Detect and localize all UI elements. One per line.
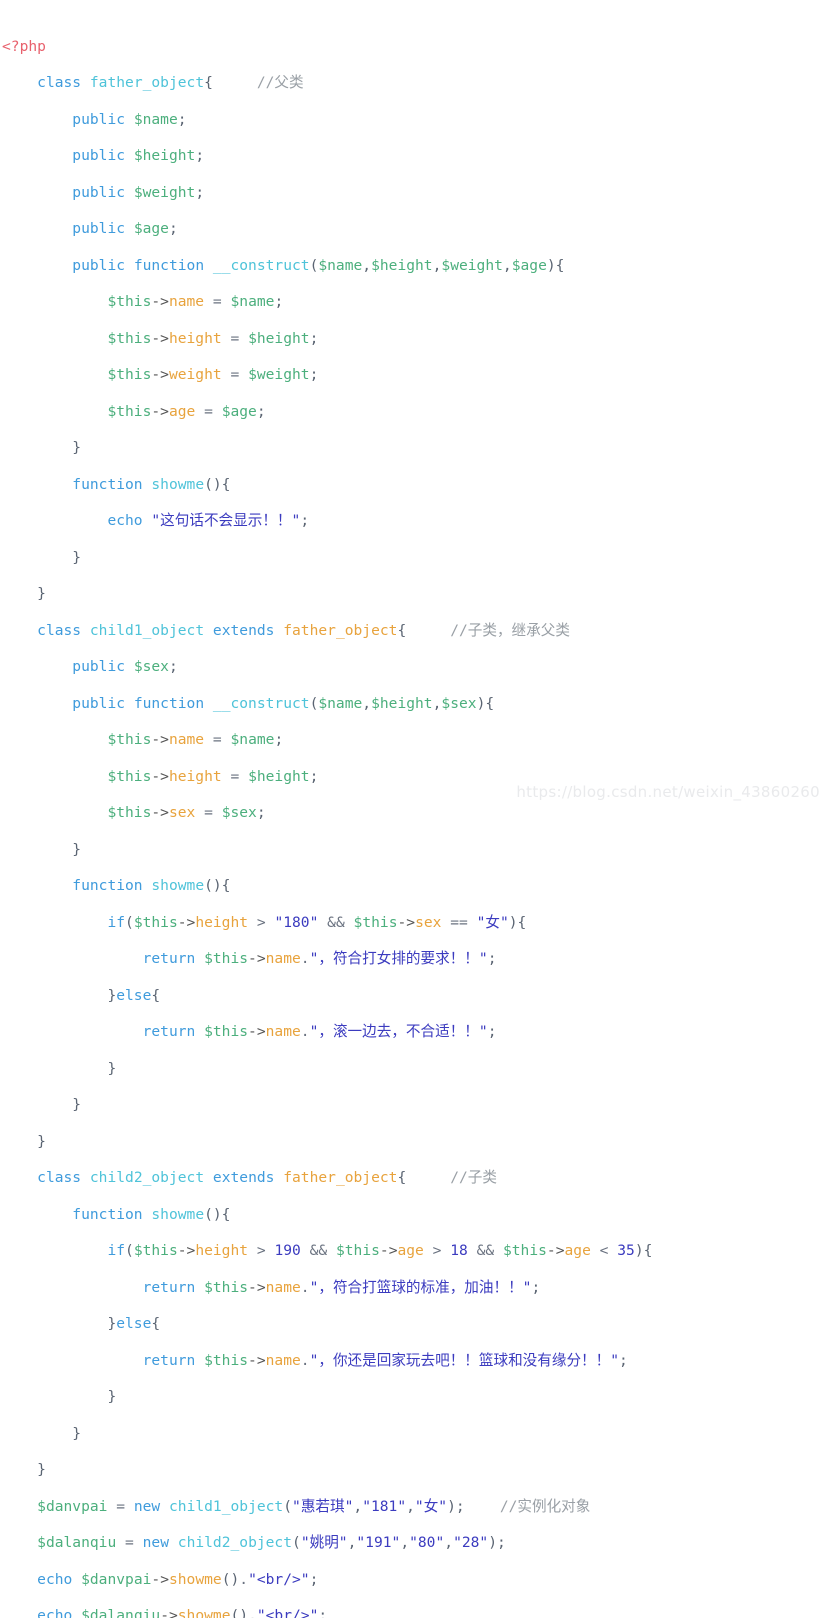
code-line: $danvpai = new child1_object("惠若琪","181"… xyxy=(37,1497,591,1515)
code-line: echo $dalanqiu->showme()."<br/>"; xyxy=(37,1607,328,1618)
code-line: public $age; xyxy=(72,220,178,237)
code-line: }else{ xyxy=(107,986,161,1004)
code-line: } xyxy=(72,1424,82,1442)
code-line: class father_object{ //父类 xyxy=(37,74,304,91)
code-line: $dalanqiu = new child2_object("姚明","191"… xyxy=(37,1534,506,1551)
code-line: } xyxy=(37,1461,46,1478)
code-line: } xyxy=(107,1059,117,1077)
code-line: } xyxy=(72,548,82,566)
code-line: function showme(){ xyxy=(72,475,231,493)
php-code-block[interactable]: <?php class father_object{ //父类 public $… xyxy=(0,0,828,1618)
code-line: function showme(){ xyxy=(72,1205,231,1223)
code-line: public function __construct($name,$heigh… xyxy=(72,694,495,712)
code-line: return $this->name."，滚一边去，不合适！！"; xyxy=(142,1023,497,1040)
code-line: } xyxy=(72,1096,82,1113)
code-line: }else{ xyxy=(107,1315,161,1332)
code-line: } xyxy=(37,1132,46,1150)
code-line: echo $danvpai->showme()."<br/>"; xyxy=(37,1570,319,1588)
code-line: return $this->name."，你还是回家玩去吧！！篮球和没有缘分！！… xyxy=(142,1351,628,1369)
code-line: $this->sex = $sex; xyxy=(107,804,266,821)
code-line: $this->name = $name; xyxy=(107,731,284,748)
code-line: } xyxy=(72,840,82,858)
code-line: $this->height = $height; xyxy=(107,767,319,785)
code-line: class child2_object extends father_objec… xyxy=(37,1169,497,1186)
code-line: } xyxy=(72,439,82,456)
code-line: function showme(){ xyxy=(72,877,231,894)
code-line: <?php xyxy=(0,38,828,56)
code-line: if($this->height > 190 && $this->age > 1… xyxy=(107,1242,653,1259)
code-line: if($this->height > "180" && $this->sex =… xyxy=(107,913,527,931)
code-line: public $weight; xyxy=(72,183,205,201)
code-line: $this->weight = $weight; xyxy=(107,366,319,383)
code-line: } xyxy=(37,585,46,602)
php-open-tag: <?php xyxy=(2,37,46,55)
code-line: $this->name = $name; xyxy=(107,293,284,310)
code-line: $this->height = $height; xyxy=(107,329,319,347)
code-line: class child1_object extends father_objec… xyxy=(37,621,570,639)
code-line: return $this->name."，符合打篮球的标准，加油！！"; xyxy=(142,1278,541,1296)
code-line: return $this->name."，符合打女排的要求！！"; xyxy=(142,950,497,967)
code-line: public $name; xyxy=(72,110,187,128)
code-line: $this->age = $age; xyxy=(107,402,266,420)
code-line: public $height; xyxy=(72,147,205,164)
code-line: public $sex; xyxy=(72,658,178,675)
code-line: public function __construct($name,$heigh… xyxy=(72,256,565,274)
code-line: echo "这句话不会显示！！"; xyxy=(107,512,310,529)
code-screenshot: <?php class father_object{ //父类 public $… xyxy=(0,0,828,1618)
code-line: } xyxy=(107,1388,117,1405)
